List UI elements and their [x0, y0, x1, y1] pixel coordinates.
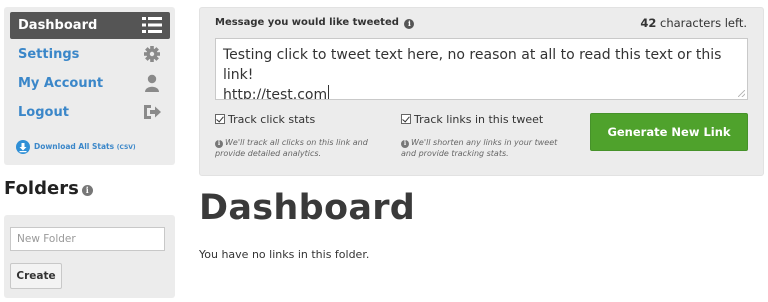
- info-icon[interactable]: i: [81, 185, 93, 196]
- sidebar-item-label: My Account: [18, 76, 104, 91]
- sidebar-item-label: Settings: [18, 47, 80, 62]
- download-icon: [16, 140, 30, 154]
- sidebar-item-dashboard[interactable]: Dashboard: [10, 12, 170, 39]
- characters-left-count: 42: [640, 16, 657, 30]
- sidebar-nav: Dashboard Settings My Account Logout Dow…: [4, 7, 175, 165]
- tweet-text-line: http://test.com: [223, 87, 328, 100]
- tweet-textarea[interactable]: Testing click to tweet text here, no rea…: [215, 38, 748, 100]
- tweet-text-line: Testing click to tweet text here, no rea…: [223, 47, 722, 83]
- text-caret: [328, 85, 330, 99]
- info-icon[interactable]: i: [404, 19, 415, 29]
- empty-folder-message: You have no links in this folder.: [199, 248, 370, 261]
- download-label: Download All Stats: [34, 142, 115, 151]
- download-format: (CSV): [116, 144, 136, 151]
- characters-left-counter: 42 characters left.: [640, 16, 747, 30]
- gear-icon: [144, 46, 160, 62]
- checkbox-checked-icon[interactable]: [401, 114, 411, 124]
- create-folder-button[interactable]: Create: [10, 263, 62, 289]
- generate-new-link-button[interactable]: Generate New Link: [590, 113, 748, 151]
- message-label: Message you would like tweeted i: [215, 17, 415, 29]
- sidebar-item-logout[interactable]: Logout: [10, 99, 170, 126]
- folder-panel: Create: [4, 215, 175, 298]
- new-folder-input[interactable]: [10, 227, 165, 251]
- sidebar-item-label: Logout: [18, 105, 69, 120]
- folders-heading: Folders i: [4, 178, 93, 199]
- track-links-hint: i We'll shorten any links in your tweet a…: [401, 137, 571, 159]
- track-links-checkbox[interactable]: Track links in this tweet: [401, 113, 543, 126]
- tweet-composer: Message you would like tweeted i 42 char…: [199, 7, 764, 176]
- folders-title: Folders: [4, 178, 79, 199]
- page-title: Dashboard: [199, 188, 416, 228]
- sidebar-item-settings[interactable]: Settings: [10, 41, 170, 68]
- resize-handle[interactable]: [738, 90, 745, 97]
- sidebar-item-label: Dashboard: [18, 18, 98, 33]
- track-click-stats-checkbox[interactable]: Track click stats: [215, 113, 315, 126]
- list-icon: [142, 17, 162, 33]
- track-links-label: Track links in this tweet: [414, 113, 544, 126]
- track-click-stats-label: Track click stats: [228, 113, 316, 126]
- track-click-stats-hint: i We'll track all clicks on this link and…: [215, 137, 385, 159]
- info-icon: i: [401, 140, 409, 148]
- characters-left-suffix: characters left.: [660, 16, 747, 30]
- info-icon: i: [215, 140, 223, 148]
- hint-text: We'll track all clicks on this link and …: [215, 138, 368, 158]
- message-label-text: Message you would like tweeted: [215, 17, 399, 28]
- hint-text: We'll shorten any links in your tweet an…: [401, 138, 558, 158]
- sidebar-item-my-account[interactable]: My Account: [10, 70, 170, 97]
- logout-icon: [144, 105, 161, 119]
- checkbox-checked-icon[interactable]: [215, 114, 225, 124]
- user-icon: [145, 74, 159, 92]
